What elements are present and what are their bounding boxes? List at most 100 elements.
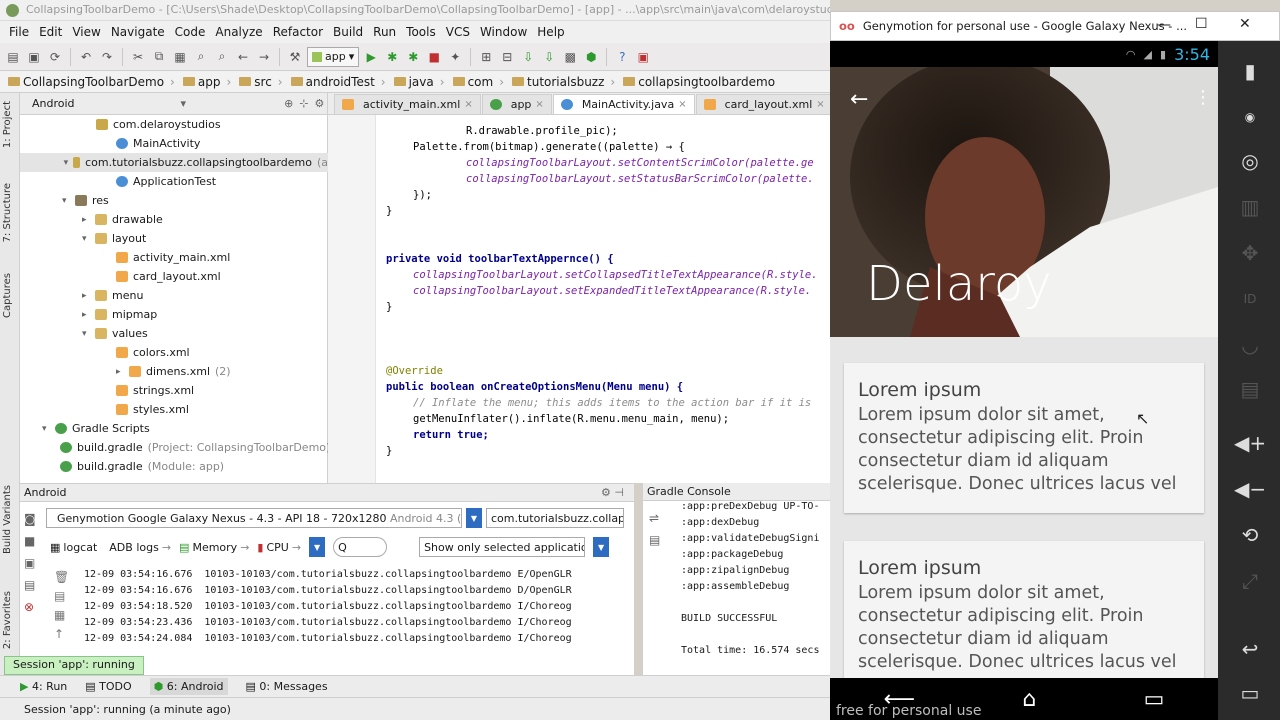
forward-icon[interactable]: → [255, 48, 273, 66]
menu-analyze[interactable]: Analyze [210, 25, 267, 39]
expand-toggle-icon[interactable]: ▸ [82, 291, 90, 301]
sdk-manager-icon[interactable]: ⇩ [540, 48, 558, 66]
log-filter-select[interactable]: Show only selected application [419, 537, 586, 557]
stop-icon[interactable]: ■ [425, 48, 443, 66]
code-line[interactable]: Palette.from(bitmap).generate((palette) … [413, 141, 685, 153]
menu-refactor[interactable]: Refactor [268, 25, 328, 39]
tree-item[interactable]: ▾ Gradle Scripts [42, 419, 150, 438]
nav-recents-icon[interactable]: ▭ [1144, 687, 1165, 712]
tab-todo[interactable]: ▤ TODO [85, 680, 131, 693]
back-icon[interactable]: ← [234, 48, 252, 66]
tree-item[interactable]: MainActivity [116, 134, 200, 153]
clear-icon[interactable]: ▤ [649, 529, 660, 551]
run-config-select[interactable]: app ▾ [307, 46, 360, 67]
make-icon[interactable]: ⚒ [286, 48, 304, 66]
tree-item[interactable]: strings.xml [116, 381, 194, 400]
code-line[interactable]: public boolean onCreateOptionsMenu(Menu … [386, 381, 683, 393]
tree-item[interactable]: ▾ values [82, 324, 148, 343]
replace-icon[interactable]: ⌕ [213, 48, 231, 66]
tab-structure[interactable]: 7: Structure [2, 183, 13, 242]
gear-icon[interactable]: ⚙ ⊣ [601, 486, 624, 499]
network-widget-icon[interactable]: ◡ [1236, 331, 1264, 359]
log-line[interactable]: 12-09 03:54:16.676 10103-10103/com.tutor… [84, 569, 572, 580]
breadcrumb-item[interactable]: src › [235, 75, 286, 89]
chevron-down-icon[interactable]: ▼ [593, 537, 610, 557]
camera-widget-icon[interactable]: ◎ [1236, 147, 1264, 175]
log-line[interactable]: 12-09 03:54:18.520 10103-10103/com.tutor… [84, 601, 572, 612]
volume-up-icon[interactable]: ◀+ [1234, 429, 1266, 457]
tab-favorites[interactable]: 2: Favorites [2, 591, 13, 649]
tab-project[interactable]: 1: Project [2, 101, 13, 148]
tree-item[interactable]: ▸ mipmap [82, 305, 157, 324]
recent-apps-icon[interactable]: ▭ [1236, 679, 1264, 707]
menu-build[interactable]: Build [328, 25, 368, 39]
paste-icon[interactable]: ▦ [171, 48, 189, 66]
code-line[interactable]: // Inflate the menu; this adds items to … [413, 397, 811, 409]
screenshot-icon[interactable]: ◙ [24, 508, 44, 530]
tab-cpu[interactable]: ▮ CPU → [257, 541, 301, 554]
process-select[interactable]: com.tutorialsbuzz.collapsi [486, 508, 624, 528]
menu-view[interactable]: View [67, 25, 105, 39]
tree-item[interactable]: ▾ layout [82, 229, 146, 248]
scale-icon[interactable]: ⤢ [1236, 567, 1264, 595]
tab-logcat[interactable]: ▦ logcat [46, 538, 102, 556]
expand-toggle-icon[interactable]: ▸ [116, 367, 124, 377]
code-line[interactable]: } [386, 301, 392, 313]
maximize-icon[interactable]: ☐ [1195, 16, 1208, 32]
code-line[interactable]: } [386, 445, 392, 457]
undo-icon[interactable]: ↶ [77, 48, 95, 66]
rotate-icon[interactable]: ⟲ [1236, 521, 1264, 549]
menu-help[interactable]: Help [532, 25, 569, 39]
close-icon[interactable]: × [535, 99, 543, 110]
gradle-sync-icon[interactable]: ⇩ [519, 48, 537, 66]
menu-navigate[interactable]: Navigate [106, 25, 170, 39]
android-device-monitor-icon[interactable]: ⬢ [582, 48, 600, 66]
tab-run[interactable]: ▶ 4: Run [20, 680, 67, 693]
redo-icon[interactable]: ↷ [98, 48, 116, 66]
code-line[interactable]: return true; [413, 429, 489, 441]
device-select[interactable]: Genymotion Google Galaxy Nexus - 4.3 - A… [46, 508, 462, 528]
back-button-icon[interactable]: ↩ [1236, 635, 1264, 663]
remote-control-icon[interactable]: ✥ [1236, 239, 1264, 267]
copy-icon[interactable]: ⧉ [150, 48, 168, 66]
menu-vcs[interactable]: VCS [441, 25, 475, 39]
debug-icon[interactable]: ✱ [383, 48, 401, 66]
clear-log-icon[interactable]: 🗑 [54, 568, 69, 587]
breadcrumb-item[interactable]: com › [449, 75, 508, 89]
menu-run[interactable]: Run [368, 25, 401, 39]
breadcrumb-item[interactable]: java › [390, 75, 449, 89]
code-line[interactable]: getMenuInflater().inflate(R.menu.menu_ma… [413, 413, 729, 425]
tree-item[interactable]: activity_main.xml [116, 248, 230, 267]
code-line[interactable]: } [386, 205, 392, 217]
expand-toggle-icon[interactable]: ▾ [64, 158, 69, 168]
tree-item[interactable]: styles.xml [116, 400, 189, 419]
volume-down-icon[interactable]: ◀− [1234, 475, 1266, 503]
tab-android[interactable]: ⬢ 6: Android [149, 678, 228, 695]
settings-icon[interactable]: ⊕ [284, 97, 293, 110]
close-icon[interactable]: × [678, 99, 686, 110]
expand-toggle-icon[interactable]: ▾ [42, 424, 50, 434]
battery-widget-icon[interactable]: ▮ [1236, 57, 1264, 85]
app-icon[interactable]: ✦ [446, 48, 464, 66]
tab-adb-logs[interactable]: ADB logs → [109, 541, 171, 554]
project-structure-icon[interactable]: ⊟ [498, 48, 516, 66]
sms-widget-icon[interactable]: ▤ [1236, 375, 1264, 403]
save-icon[interactable]: ▣ [25, 48, 43, 66]
code-line[interactable]: private void toolbarTextAppernce() { [386, 253, 614, 265]
tree-item[interactable]: ▸ drawable [82, 210, 163, 229]
open-folder-icon[interactable]: ▤ [4, 48, 22, 66]
tree-item[interactable]: com.delaroystudios [96, 115, 221, 134]
tab-messages[interactable]: ▤ 0: Messages [246, 680, 328, 693]
find-icon[interactable]: ⌕ [192, 48, 210, 66]
expand-toggle-icon[interactable]: ▾ [82, 329, 90, 339]
card[interactable]: Lorem ipsum Lorem ipsum dolor sit amet, … [844, 541, 1204, 678]
breadcrumb-item[interactable]: androidTest › [287, 75, 390, 89]
chevron-down-icon[interactable]: ▾ [181, 97, 187, 110]
tree-item[interactable]: ▾ res [62, 191, 109, 210]
sync-icon[interactable]: ⟳ [46, 48, 64, 66]
chevron-down-icon[interactable]: ▼ [466, 508, 482, 528]
code-line[interactable]: R.drawable.profile_pic); [466, 125, 618, 137]
menu-file[interactable]: File [4, 25, 34, 39]
help-icon[interactable]: ? [613, 48, 631, 66]
tree-item[interactable]: build.gradle (Project: CollapsingToolbarD… [60, 438, 330, 457]
